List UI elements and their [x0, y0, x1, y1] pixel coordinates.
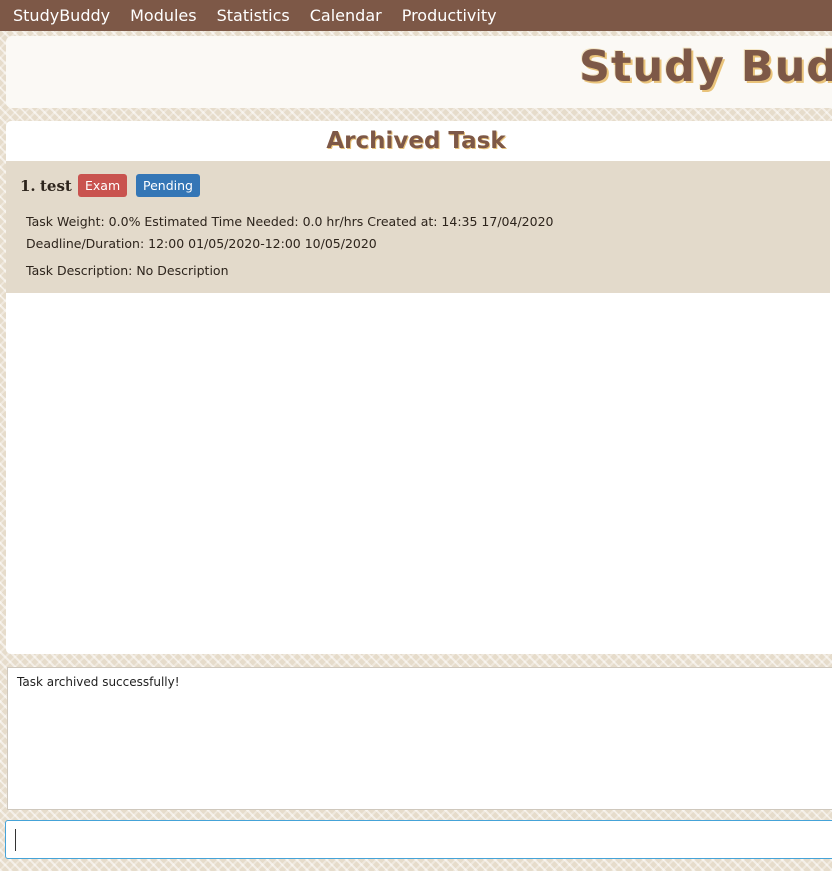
command-input[interactable] — [5, 820, 832, 859]
panel-title: Archived Task — [326, 128, 506, 154]
app-title: Study Buddy — [579, 42, 832, 92]
menu-productivity[interactable]: Productivity — [392, 0, 507, 31]
menu-statistics[interactable]: Statistics — [207, 0, 300, 31]
task-status-tag: Pending — [136, 174, 200, 197]
result-display: Task archived successfully! — [7, 667, 832, 810]
task-index: 1. — [20, 177, 36, 195]
menu-studybuddy[interactable]: StudyBuddy — [3, 0, 120, 31]
menu-calendar[interactable]: Calendar — [300, 0, 392, 31]
task-description-line: Task Description: No Description — [26, 263, 229, 278]
text-caret — [15, 829, 16, 851]
archived-task-panel: Archived Task 1. test Exam Pending Task … — [6, 121, 832, 654]
menu-modules[interactable]: Modules — [120, 0, 207, 31]
result-message: Task archived successfully! — [17, 675, 180, 689]
menu-bar: StudyBuddy Modules Statistics Calendar P… — [0, 0, 832, 31]
task-type-tag: Exam — [78, 174, 128, 197]
app-banner: Study Buddy — [6, 36, 832, 108]
task-card[interactable]: 1. test Exam Pending Task Weight: 0.0% E… — [6, 161, 830, 293]
task-name: test — [40, 177, 72, 195]
task-weight-line: Task Weight: 0.0% Estimated Time Needed:… — [26, 214, 554, 229]
task-deadline-line: Deadline/Duration: 12:00 01/05/2020-12:0… — [26, 236, 377, 251]
panel-header: Archived Task — [6, 121, 826, 160]
